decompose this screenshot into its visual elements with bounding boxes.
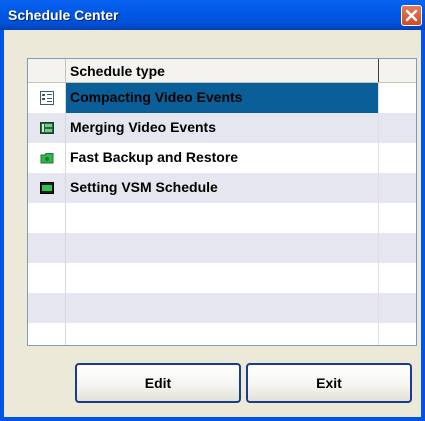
schedule-row-backup[interactable]: Fast Backup and Restore xyxy=(28,143,416,173)
title-bar[interactable]: Schedule Center xyxy=(0,0,425,30)
window-title: Schedule Center xyxy=(8,7,119,23)
row-label: Compacting Video Events xyxy=(66,83,379,113)
empty-row xyxy=(28,293,416,323)
row-header-corner xyxy=(28,59,66,82)
backup-restore-icon xyxy=(40,153,54,164)
exit-button[interactable]: Exit xyxy=(246,363,412,403)
schedule-row-compacting[interactable]: Compacting Video Events xyxy=(28,83,416,113)
vsm-schedule-icon xyxy=(40,182,54,194)
row-label: Merging Video Events xyxy=(66,113,379,143)
schedule-grid: Schedule type Compacting Video Events Me… xyxy=(27,58,417,346)
empty-row xyxy=(28,203,416,233)
row-label: Setting VSM Schedule xyxy=(66,173,379,203)
merge-events-icon xyxy=(40,122,54,134)
schedule-row-vsm[interactable]: Setting VSM Schedule xyxy=(28,173,416,203)
empty-row xyxy=(28,263,416,293)
edit-button[interactable]: Edit xyxy=(75,363,241,403)
schedule-row-merging[interactable]: Merging Video Events xyxy=(28,113,416,143)
close-icon xyxy=(405,9,418,22)
compact-events-icon xyxy=(40,91,54,105)
column-header-schedule-type[interactable]: Schedule type xyxy=(66,59,379,82)
empty-row xyxy=(28,233,416,263)
close-button[interactable] xyxy=(401,5,422,26)
empty-row xyxy=(28,323,416,345)
grid-header: Schedule type xyxy=(28,59,416,83)
row-label: Fast Backup and Restore xyxy=(66,143,379,173)
